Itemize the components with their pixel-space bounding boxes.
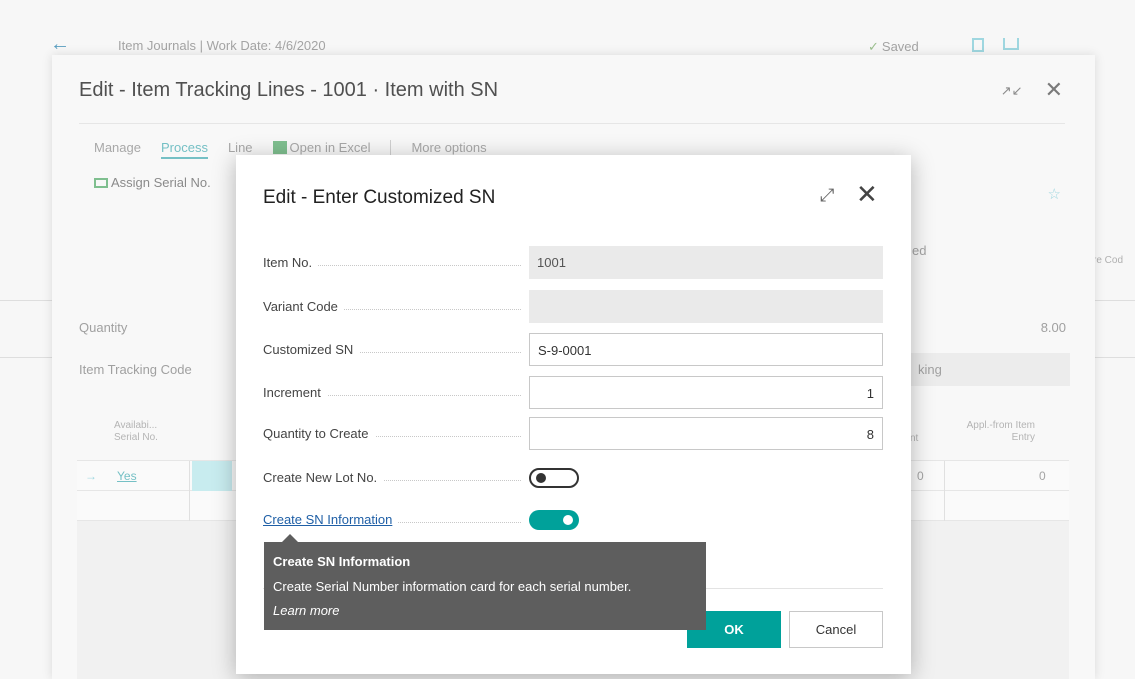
column-header-partial: re Cod: [1093, 255, 1124, 266]
cancel-button[interactable]: Cancel: [789, 611, 883, 648]
row-arrow-icon: →: [85, 469, 97, 483]
divider: [1093, 300, 1135, 301]
field-label: Customized SN: [263, 342, 527, 357]
field-increment: Increment 1: [263, 376, 883, 409]
menu-process[interactable]: Process: [160, 140, 208, 159]
excel-icon: [272, 141, 287, 154]
toggle-knob: [563, 515, 573, 525]
availability-link[interactable]: Yes: [117, 469, 137, 483]
increment-input[interactable]: 1: [529, 376, 883, 409]
page-title: Item Journals | Work Date: 4/6/2020: [118, 38, 326, 53]
serial-number-icon: [94, 178, 108, 188]
toggle-knob: [536, 473, 546, 483]
partial-label: ed: [912, 243, 927, 258]
field-quantity-to-create: Quantity to Create 8: [263, 417, 883, 450]
expand-icon[interactable]: ⤢: [820, 185, 834, 206]
item-tracking-code-label: Item Tracking Code: [79, 362, 192, 377]
tooltip-description: Create Serial Number information card fo…: [273, 579, 632, 594]
selected-cell[interactable]: [192, 461, 232, 491]
column-divider: [944, 461, 945, 521]
saved-status: ✓ Saved: [868, 39, 919, 54]
tooltip-title: Create SN Information: [273, 554, 411, 569]
divider: [0, 357, 55, 358]
item-tracking-code-field: king: [910, 353, 1070, 386]
divider: [0, 300, 55, 301]
quantity-label: Quantity: [79, 320, 128, 335]
open-new-window-icon[interactable]: [1003, 38, 1019, 50]
field-label-link[interactable]: Create SN Information: [263, 512, 527, 527]
field-label: Quantity to Create: [263, 426, 527, 441]
menu-manage[interactable]: Manage: [94, 140, 141, 159]
close-icon[interactable]: ✕: [1045, 77, 1063, 103]
field-variant-code: Variant Code: [263, 290, 883, 323]
item-no-field: 1001: [529, 246, 883, 279]
field-tooltip: Create SN Information Create Serial Numb…: [264, 534, 706, 630]
quantity-to-create-input[interactable]: 8: [529, 417, 883, 450]
dialog-title: Edit - Enter Customized SN: [263, 187, 496, 208]
divider: [79, 123, 1065, 124]
field-label: Item No.: [263, 255, 527, 270]
menu-divider: [390, 140, 392, 156]
field-item-no: Item No. 1001: [263, 246, 883, 279]
field-label: Variant Code: [263, 299, 527, 314]
bookmark-icon[interactable]: [972, 38, 984, 52]
divider: [1093, 357, 1135, 358]
table-cell: 0: [917, 469, 924, 483]
panel-title: Edit - Item Tracking Lines - 1001 · Item…: [79, 79, 499, 101]
table-cell: 0: [1039, 469, 1046, 483]
learn-more-link[interactable]: Learn more: [273, 603, 697, 618]
field-create-new-lot-no: Create New Lot No.: [263, 461, 883, 494]
check-icon: ✓: [868, 39, 879, 54]
field-customized-sn: Customized SN S-9-0001: [263, 333, 883, 366]
customized-sn-input[interactable]: S-9-0001: [529, 333, 883, 366]
back-arrow-icon[interactable]: ←: [50, 34, 70, 54]
close-icon[interactable]: ✕: [856, 179, 878, 210]
assign-serial-no-button[interactable]: Assign Serial No.: [94, 175, 211, 190]
create-sn-information-toggle[interactable]: [529, 510, 579, 530]
pin-icon[interactable]: ☆: [1048, 185, 1061, 203]
panel-controls: ↗↙ ✕: [1001, 77, 1063, 103]
field-label: Create New Lot No.: [263, 470, 527, 485]
field-create-sn-information: Create SN Information: [263, 503, 883, 536]
column-header-partial: nt: [910, 433, 919, 444]
column-divider: [189, 461, 190, 521]
quantity-value: 8.00: [1040, 320, 1066, 335]
variant-code-field: [529, 290, 883, 323]
create-new-lot-no-toggle[interactable]: [529, 468, 579, 488]
column-header-availability[interactable]: Availabi... Serial No.: [114, 420, 158, 444]
field-label: Increment: [263, 385, 527, 400]
collapse-icon[interactable]: ↗↙: [1001, 77, 1023, 103]
column-header-appl-from-item-entry[interactable]: Appl.-from Item Entry: [955, 420, 1035, 444]
